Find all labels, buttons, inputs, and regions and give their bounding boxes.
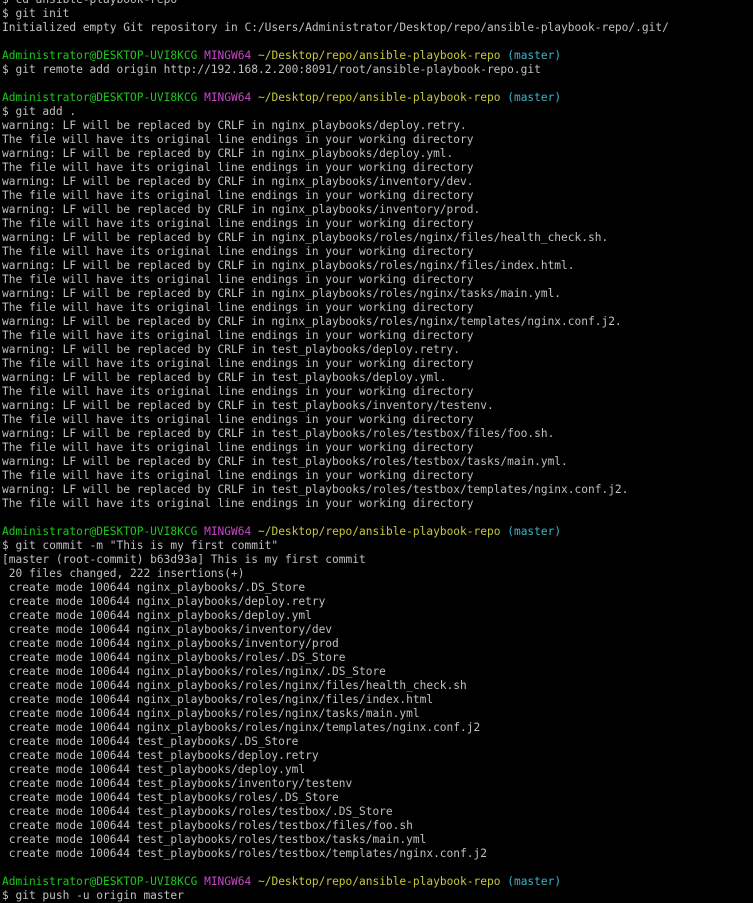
warning-line: warning: LF will be replaced by CRLF in … [2,371,447,384]
command-line: $ git remote add origin http://192.168.2… [2,63,541,76]
output-line: 20 files changed, 222 insertions(+) [2,567,245,580]
warning-line: warning: LF will be replaced by CRLF in … [2,287,562,300]
output-line: The file will have its original line end… [2,133,474,146]
prompt-user: Administrator@DESKTOP-UVI8KCG [2,91,198,104]
prompt-user: Administrator@DESKTOP-UVI8KCG [2,525,198,538]
output-line: The file will have its original line end… [2,161,474,174]
output-line: Initialized empty Git repository in C:/U… [2,21,669,34]
prompt-system: MINGW64 [204,49,252,62]
prompt-branch: (master) [507,875,562,888]
warning-line: warning: LF will be replaced by CRLF in … [2,427,555,440]
output-line: create mode 100644 nginx_playbooks/roles… [2,721,481,734]
output-line: create mode 100644 nginx_playbooks/inven… [2,623,333,636]
command-line: $ git push -u origin master [2,889,184,902]
prompt-path: ~/Desktop/repo/ansible-playbook-repo [257,49,501,62]
prompt-line: Administrator@DESKTOP-UVI8KCG MINGW64 ~/… [2,91,753,105]
prompt-user: Administrator@DESKTOP-UVI8KCG [2,875,198,888]
output-line: The file will have its original line end… [2,385,474,398]
warning-line: warning: LF will be replaced by CRLF in … [2,119,467,132]
output-line: The file will have its original line end… [2,413,474,426]
warning-line: warning: LF will be replaced by CRLF in … [2,315,622,328]
warning-line: warning: LF will be replaced by CRLF in … [2,455,568,468]
prompt-branch: (master) [507,525,562,538]
output-line: create mode 100644 nginx_playbooks/deplo… [2,595,326,608]
output-line: The file will have its original line end… [2,329,474,342]
output-line: create mode 100644 test_playbooks/roles/… [2,819,413,832]
output-line: create mode 100644 nginx_playbooks/roles… [2,707,420,720]
command-line: $ cd ansible-playbook-repo [2,0,753,7]
output-line: create mode 100644 nginx_playbooks/roles… [2,679,467,692]
prompt-system: MINGW64 [204,91,252,104]
prompt-branch: (master) [507,49,562,62]
output-line: create mode 100644 test_playbooks/.DS_St… [2,735,299,748]
prompt-system: MINGW64 [204,875,252,888]
command-line: $ git add . [2,105,77,118]
command-line: $ git init [2,7,70,20]
prompt-line: Administrator@DESKTOP-UVI8KCG MINGW64 ~/… [2,875,753,889]
warning-line: warning: LF will be replaced by CRLF in … [2,259,575,272]
warning-line: warning: LF will be replaced by CRLF in … [2,483,629,496]
warning-line: warning: LF will be replaced by CRLF in … [2,343,461,356]
output-line: create mode 100644 test_playbooks/roles/… [2,791,339,804]
warning-line: warning: LF will be replaced by CRLF in … [2,203,481,216]
warning-line: warning: LF will be replaced by CRLF in … [2,147,454,160]
output-line: The file will have its original line end… [2,441,474,454]
prompt-path: ~/Desktop/repo/ansible-playbook-repo [257,525,501,538]
prompt-line: Administrator@DESKTOP-UVI8KCG MINGW64 ~/… [2,49,753,63]
output-line: create mode 100644 nginx_playbooks/deplo… [2,609,312,622]
output-line: create mode 100644 test_playbooks/invent… [2,777,353,790]
command-line: $ git commit -m "This is my first commit… [2,539,279,552]
output-line: The file will have its original line end… [2,273,474,286]
output-line: create mode 100644 test_playbooks/deploy… [2,763,306,776]
warning-line: warning: LF will be replaced by CRLF in … [2,175,474,188]
output-line: The file will have its original line end… [2,245,474,258]
output-line: The file will have its original line end… [2,497,474,510]
terminal-output[interactable]: $ cd ansible-playbook-repo$ git initInit… [0,0,753,903]
output-line: create mode 100644 test_playbooks/roles/… [2,805,393,818]
prompt-branch: (master) [507,91,562,104]
output-line: create mode 100644 nginx_playbooks/roles… [2,693,434,706]
output-line: create mode 100644 test_playbooks/roles/… [2,847,487,860]
warning-line: warning: LF will be replaced by CRLF in … [2,231,609,244]
output-line: The file will have its original line end… [2,469,474,482]
output-line: The file will have its original line end… [2,357,474,370]
output-line: The file will have its original line end… [2,301,474,314]
warning-line: warning: LF will be replaced by CRLF in … [2,399,494,412]
output-line: The file will have its original line end… [2,189,474,202]
prompt-path: ~/Desktop/repo/ansible-playbook-repo [257,875,501,888]
prompt-line: Administrator@DESKTOP-UVI8KCG MINGW64 ~/… [2,525,753,539]
output-line: create mode 100644 nginx_playbooks/.DS_S… [2,581,306,594]
output-line: create mode 100644 test_playbooks/roles/… [2,833,427,846]
prompt-user: Administrator@DESKTOP-UVI8KCG [2,49,198,62]
output-line: [master (root-commit) b63d93a] This is m… [2,553,366,566]
prompt-path: ~/Desktop/repo/ansible-playbook-repo [257,91,501,104]
prompt-system: MINGW64 [204,525,252,538]
output-line: create mode 100644 test_playbooks/deploy… [2,749,319,762]
output-line: create mode 100644 nginx_playbooks/roles… [2,665,386,678]
output-line: create mode 100644 nginx_playbooks/inven… [2,637,339,650]
output-line: The file will have its original line end… [2,217,474,230]
output-line: create mode 100644 nginx_playbooks/roles… [2,651,346,664]
